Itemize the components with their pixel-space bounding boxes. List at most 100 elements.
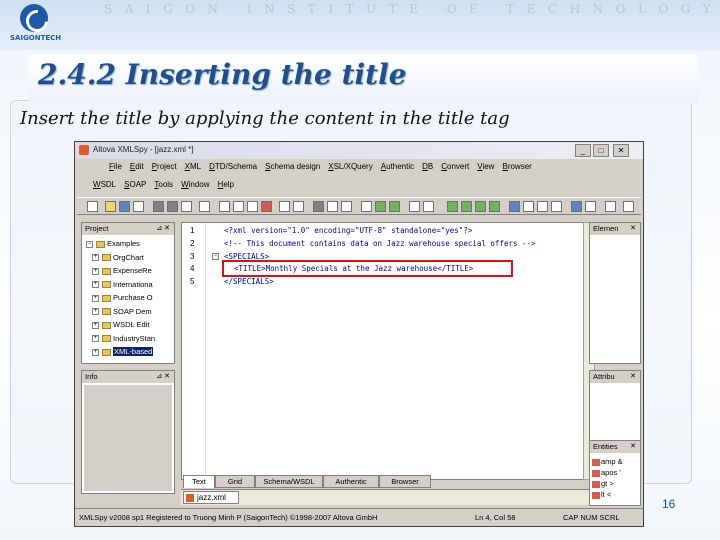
maximize-button[interactable]: □	[593, 144, 609, 157]
expand-icon[interactable]: +	[92, 321, 99, 329]
outdent-icon[interactable]	[623, 201, 634, 212]
tab-browser[interactable]: Browser	[379, 475, 431, 488]
transform-icon[interactable]	[389, 201, 400, 212]
new-file-icon[interactable]	[87, 201, 98, 212]
undo-icon[interactable]	[279, 201, 290, 212]
menu-authentic[interactable]: Authentic	[377, 162, 418, 171]
entity-item[interactable]: gt >	[592, 479, 614, 488]
menu-db[interactable]: DB	[418, 162, 437, 171]
cut-icon[interactable]	[219, 201, 230, 212]
expand-icon[interactable]: +	[92, 335, 99, 343]
expand-icon[interactable]: +	[92, 294, 99, 302]
tree-item-label: Purchase O	[113, 293, 153, 302]
tree-item[interactable]: + Purchase O	[92, 293, 153, 305]
folder-icon	[102, 254, 111, 262]
entity-item[interactable]: amp &	[592, 457, 623, 466]
reload-icon[interactable]	[133, 201, 144, 212]
tree-item-label: OrgChart	[113, 252, 144, 262]
panel-pin-icon[interactable]: ⊿ ✕	[156, 223, 170, 235]
tree-item[interactable]: + SOAP Dem	[92, 307, 152, 319]
tree-item[interactable]: + WSDL Edit	[92, 320, 149, 332]
show-whitespace-icon[interactable]	[551, 201, 562, 212]
tree-item-label: Examples	[107, 239, 140, 248]
attribute-panel-title: Attribu ✕	[590, 371, 640, 383]
open-url-icon[interactable]	[119, 201, 130, 212]
minimize-button[interactable]: _	[575, 144, 591, 157]
copy-icon[interactable]	[233, 201, 244, 212]
close-button[interactable]: ✕	[613, 144, 629, 157]
paste-icon[interactable]	[247, 201, 258, 212]
tree-item[interactable]: − Examples	[86, 239, 140, 251]
window-titlebar[interactable]: Altova XMLSpy - [jazz.xml *] _ □ ✕	[75, 142, 643, 159]
delete-icon[interactable]	[261, 201, 272, 212]
tree-item[interactable]: + ExpenseRe	[92, 266, 152, 278]
code-line[interactable]: </SPECIALS>	[224, 277, 274, 286]
panel-pin-icon[interactable]: ⊿ ✕	[156, 371, 170, 383]
expand-icon[interactable]: +	[92, 254, 99, 262]
move-up-icon[interactable]	[475, 201, 486, 212]
code-line[interactable]: <?xml version="1.0" encoding="UTF-8" sta…	[224, 226, 472, 235]
entity-item[interactable]: lt <	[592, 490, 611, 499]
save-all-icon[interactable]	[167, 201, 178, 212]
tree-item[interactable]: + OrgChart	[92, 253, 144, 265]
tree-item[interactable]: + XML-based	[92, 347, 154, 359]
panel-pin-icon[interactable]: ✕	[630, 441, 636, 453]
fold-toggle-icon[interactable]: −	[212, 252, 219, 260]
print-icon[interactable]	[199, 201, 210, 212]
schema-icon[interactable]	[423, 201, 434, 212]
tab-authentic[interactable]: Authentic	[323, 475, 379, 488]
menu-wsdl[interactable]: WSDL	[89, 180, 120, 189]
move-down-icon[interactable]	[489, 201, 500, 212]
menu-file[interactable]: File	[105, 162, 126, 171]
tab-schema-wsdl[interactable]: Schema/WSDL	[255, 475, 323, 488]
menu-convert[interactable]: Convert	[437, 162, 473, 171]
attribute-panel: Attribu ✕	[589, 370, 641, 446]
find-next-icon[interactable]	[327, 201, 338, 212]
indent-icon[interactable]	[605, 201, 616, 212]
collapse-icon[interactable]: −	[86, 240, 93, 248]
replace-icon[interactable]	[341, 201, 352, 212]
move-left-icon[interactable]	[447, 201, 458, 212]
entities-panel: Entities ✕ amp & apos ' gt > lt <	[589, 440, 641, 506]
email-icon[interactable]	[181, 201, 192, 212]
menu-help[interactable]: Help	[214, 180, 238, 189]
find-icon[interactable]	[313, 201, 324, 212]
entity-item[interactable]: apos '	[592, 468, 621, 477]
word-wrap-icon[interactable]	[537, 201, 548, 212]
menu-schema-design[interactable]: Schema design	[261, 162, 324, 171]
entry-helpers-icon[interactable]	[571, 201, 582, 212]
menu-window[interactable]: Window	[177, 180, 213, 189]
menu-soap[interactable]: SOAP	[120, 180, 150, 189]
tab-text[interactable]: Text	[183, 475, 215, 488]
menu-xml[interactable]: XML	[181, 162, 205, 171]
open-icon[interactable]	[105, 201, 116, 212]
tree-item[interactable]: + Internationa	[92, 280, 153, 292]
text-editor[interactable]: 1 2 3 4 5 <?xml version="1.0" encoding="UTF-…	[181, 222, 585, 480]
document-tab-jazz-xml[interactable]: jazz.xml	[183, 491, 239, 504]
panel-pin-icon[interactable]: ✕	[630, 223, 636, 235]
xpath-icon[interactable]	[409, 201, 420, 212]
validate-icon[interactable]	[375, 201, 386, 212]
menu-view[interactable]: View	[473, 162, 498, 171]
redo-icon[interactable]	[293, 201, 304, 212]
text-view-icon[interactable]	[523, 201, 534, 212]
save-icon[interactable]	[153, 201, 164, 212]
tree-item[interactable]: + IndustryStan	[92, 334, 155, 346]
code-line[interactable]: <!-- This document contains data on Jazz…	[224, 239, 536, 248]
menu-xsl-xquery[interactable]: XSL/XQuery	[324, 162, 376, 171]
expand-icon[interactable]: +	[92, 308, 99, 316]
panel-pin-icon[interactable]: ✕	[630, 371, 636, 383]
menu-dtd-schema[interactable]: DTD/Schema	[205, 162, 261, 171]
folding-icon[interactable]	[585, 201, 596, 212]
grid-view-icon[interactable]	[509, 201, 520, 212]
expand-icon[interactable]: +	[92, 267, 99, 275]
menu-tools[interactable]: Tools	[150, 180, 177, 189]
tab-grid[interactable]: Grid	[215, 475, 255, 488]
menu-project[interactable]: Project	[148, 162, 181, 171]
menu-edit[interactable]: Edit	[126, 162, 148, 171]
well-formed-check-icon[interactable]	[361, 201, 372, 212]
move-right-icon[interactable]	[461, 201, 472, 212]
menu-browser[interactable]: Browser	[498, 162, 535, 171]
expand-icon[interactable]: +	[92, 348, 99, 356]
expand-icon[interactable]: +	[92, 281, 99, 289]
